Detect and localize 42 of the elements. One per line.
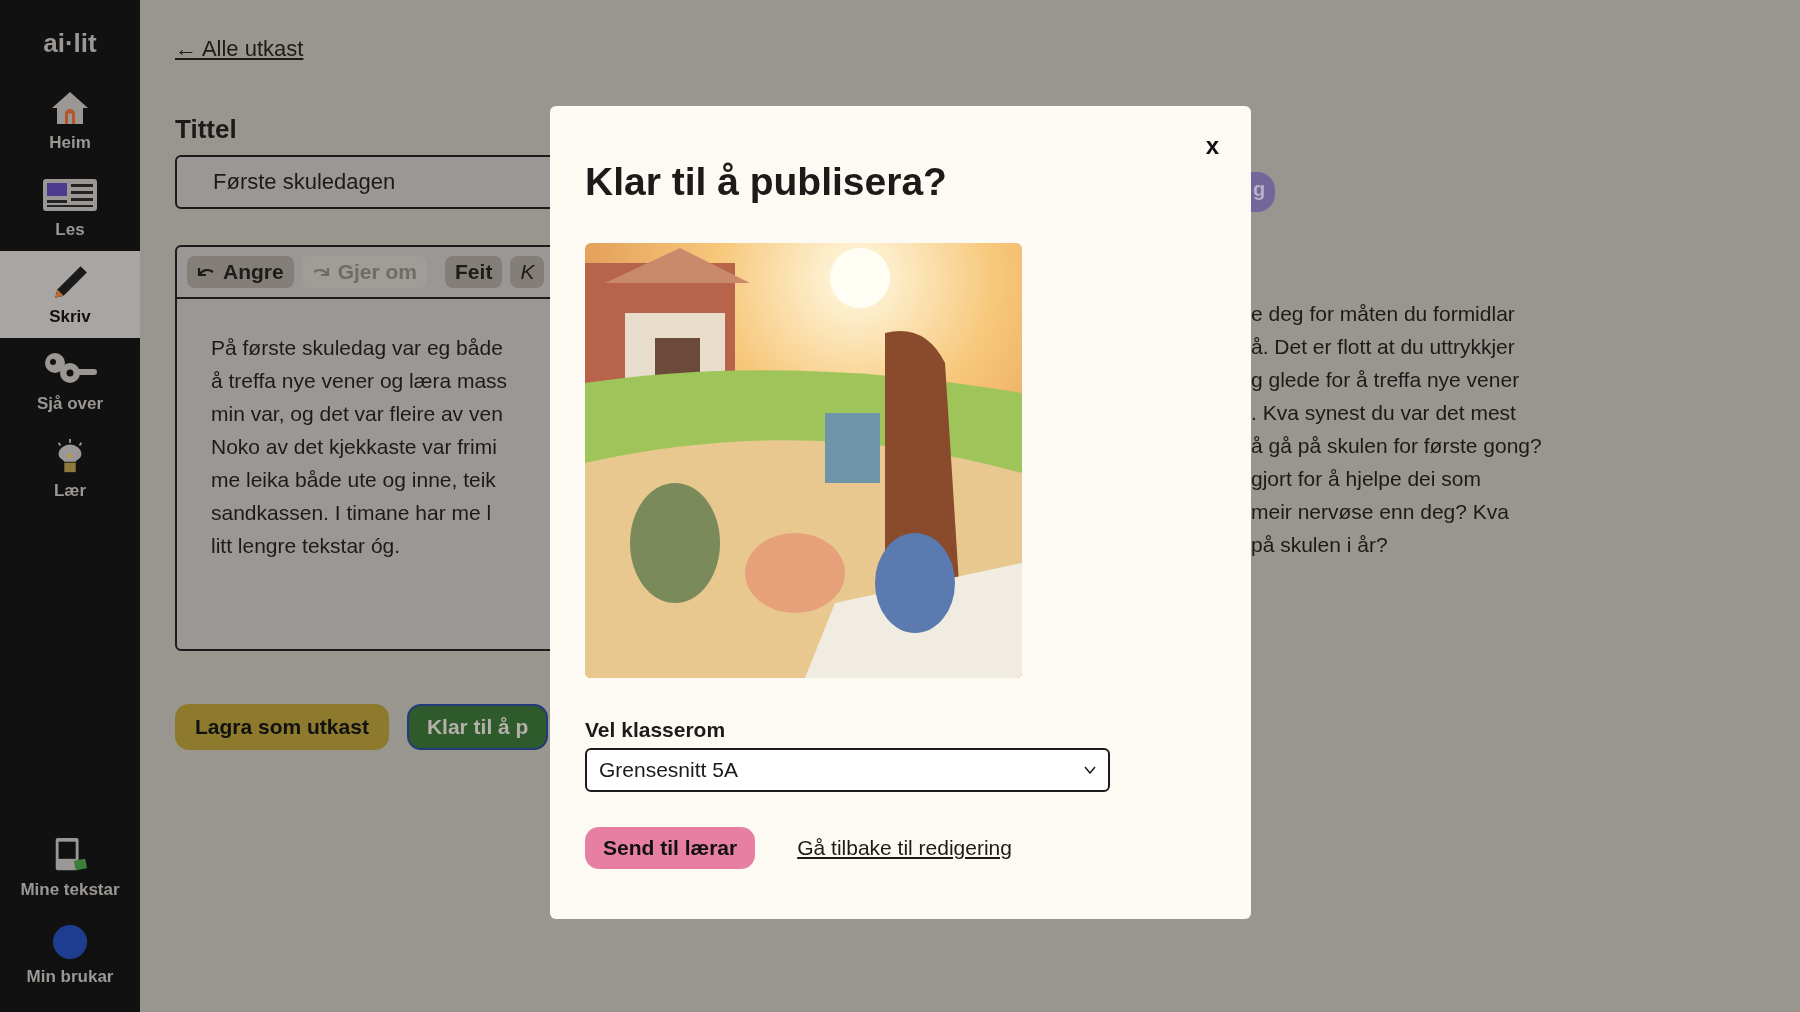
feedback-line: g glede for å treffa nye vener [1251, 367, 1520, 393]
feedback-line: på skulen i år? [1251, 532, 1388, 558]
nav-item[interactable]: Min brukar [0, 911, 140, 998]
tag-badge: g [1251, 172, 1276, 212]
action-button[interactable]: Klar til å p [406, 704, 549, 750]
nav-item[interactable]: Heim [0, 77, 140, 164]
undo-icon [197, 266, 215, 278]
dialog-title: Klar til å publisera? [585, 159, 948, 205]
chevron-down-icon [1084, 766, 1096, 774]
toolbar-button[interactable]: Angre [187, 256, 294, 288]
feedback-line: å. Det er flott at du uttrykkjer [1251, 334, 1515, 360]
nav-item[interactable]: Lær [0, 425, 140, 512]
back-to-editing-link[interactable]: Gå tilbake til redigering [797, 836, 1012, 860]
text-line: å treffa nye vener og læra mass [211, 368, 508, 394]
action-button[interactable]: Lagra som utkast [175, 704, 389, 750]
field-label: Vel klasserom [585, 718, 726, 742]
nav-item[interactable]: Sjå over [0, 338, 140, 425]
feedback-line: gjort for å hjelpe dei som [1251, 466, 1481, 492]
avatar-icon [50, 922, 90, 961]
text-line: litt lengre tekstar óg. [211, 533, 401, 559]
feedback-line: meir nervøse enn deg? Kva [1251, 499, 1509, 525]
classroom-select[interactable]: Grensesnitt 5A [585, 748, 1110, 792]
send-button[interactable]: Send til lærar [585, 827, 756, 869]
text-line: sandkassen. I timane har me l [211, 500, 492, 526]
text-line: min var, og det var fleire av ven [211, 401, 503, 427]
nav-item[interactable]: Mine tekstar [0, 824, 140, 911]
toolbar-button[interactable]: K [510, 256, 545, 288]
field-label: Tittel [175, 114, 237, 145]
redo-icon [311, 266, 330, 278]
nav-item[interactable]: Skriv [0, 251, 140, 338]
app-logo[interactable]: ai·lit [43, 28, 97, 59]
text-line: På første skuledag var eg både [211, 335, 503, 361]
back-link[interactable]: ← Alle utkast [175, 36, 304, 62]
feedback-line: e deg for måten du formidlar [1251, 301, 1515, 327]
close-button[interactable]: x [1197, 128, 1227, 164]
text-line: me leika både ute og inne, teik [211, 467, 496, 493]
nav-item[interactable]: Les [0, 164, 140, 251]
title-field[interactable]: Første skuledagen [175, 155, 550, 209]
feedback-line: . Kva synest du var det mest [1251, 400, 1516, 426]
feedback-line: å gå på skulen for første gong? [1251, 433, 1542, 459]
toolbar-button[interactable]: Feit [445, 256, 503, 288]
text-line: Noko av det kjekkaste var frimi [211, 434, 497, 460]
